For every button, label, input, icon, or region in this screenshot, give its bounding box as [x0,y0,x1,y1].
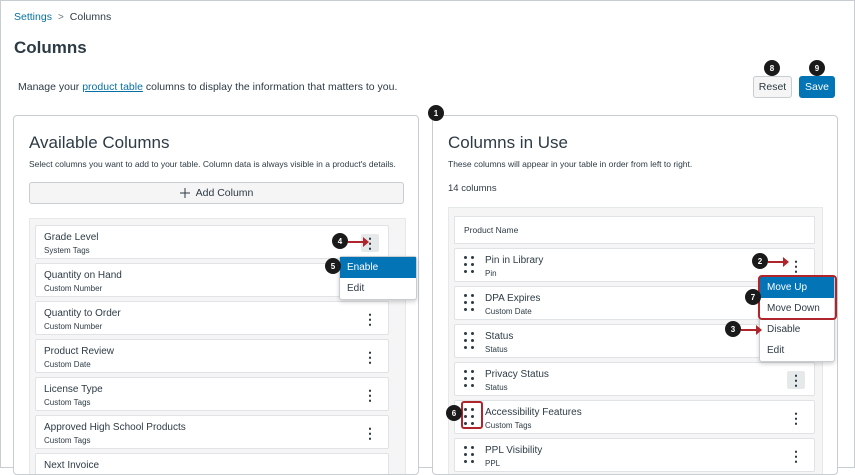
item-name: Next Invoice [44,460,100,471]
item-name: DPA Expires [485,293,541,304]
callout-badge-4: 4 [332,233,348,249]
menu-item-enable[interactable]: Enable [340,257,416,278]
vertical-ellipsis-icon[interactable]: ⋮ [787,409,805,427]
save-button[interactable]: Save [799,76,835,98]
available-item-product-review: Product Review Custom Date ⋮ [35,339,389,373]
item-type: Custom Number [44,322,103,331]
available-columns-subtitle: Select columns you want to add to your t… [29,159,396,169]
intro-prefix: Manage your [18,81,83,93]
callout-badge-8: 8 [764,60,780,76]
item-name: Status [485,331,514,342]
vertical-ellipsis-icon[interactable]: ⋮ [361,386,379,404]
item-name: Product Review [44,346,115,357]
drag-handle-icon[interactable] [464,294,476,314]
available-item-next-invoice: Next Invoice [35,453,389,474]
callout-badge-7: 7 [745,289,761,305]
item-type: Custom Date [485,307,532,316]
fixed-column-product-name: Product Name [454,216,815,244]
item-type: Custom Tags [485,421,532,430]
columns-in-use-title: Columns in Use [448,133,568,152]
available-item-license-type: License Type Custom Tags ⋮ [35,377,389,411]
item-name: PPL Visibility [485,445,543,456]
item-type: PPL [485,459,501,468]
callout-badge-9: 9 [809,60,825,76]
add-column-label: Add Column [195,187,254,199]
column-count: 14 columns [448,183,497,194]
item-type: Pin [485,269,497,278]
breadcrumb-settings-link[interactable]: Settings [14,11,52,23]
item-type: Status [485,345,508,354]
callout-arrow [348,237,369,247]
reset-button[interactable]: Reset [753,76,792,98]
item-name: Quantity to Order [44,308,121,319]
item-name: Grade Level [44,232,99,243]
intro-suffix: columns to display the information that … [142,81,398,93]
drag-handle-icon[interactable] [464,256,476,276]
item-name: Accessibility Features [485,407,582,418]
item-type: Custom Tags [44,436,91,445]
move-options-highlight [758,275,837,320]
breadcrumb-current: Columns [69,11,112,23]
drag-handle-highlight [461,401,483,429]
available-item-approved-high-school: Approved High School Products Custom Tag… [35,415,389,449]
vertical-ellipsis-icon[interactable]: ⋮ [787,257,805,275]
item-name: Privacy Status [485,369,549,380]
item-type: Custom Date [44,360,91,369]
item-type: Custom Tags [44,398,91,407]
plus-icon [179,188,190,198]
drag-handle-icon[interactable] [464,446,476,466]
callout-badge-3: 3 [725,321,741,337]
vertical-ellipsis-icon[interactable]: ⋮ [361,310,379,328]
item-name: License Type [44,384,103,395]
menu-item-disable[interactable]: Disable [760,319,834,340]
item-type: Custom Number [44,284,103,293]
add-column-button[interactable]: Add Column [29,182,404,204]
menu-item-edit[interactable]: Edit [760,340,834,361]
drag-handle-icon[interactable] [464,332,476,352]
item-name: Pin in Library [485,255,544,266]
item-type: System Tags [44,246,90,255]
callout-arrow [768,257,789,267]
product-table-link[interactable]: product table [82,81,143,93]
available-item-quantity-to-order: Quantity to Order Custom Number ⋮ [35,301,389,335]
vertical-ellipsis-icon[interactable]: ⋮ [787,371,805,389]
available-column-menu: Enable Edit [339,256,417,300]
available-columns-title: Available Columns [29,133,170,152]
breadcrumb-separator: > [57,11,64,23]
item-type: Status [485,383,508,392]
in-use-item-privacy-status: Privacy Status Status ⋮ [454,362,815,396]
vertical-ellipsis-icon[interactable]: ⋮ [787,447,805,465]
intro-text: Manage your product table columns to dis… [18,81,397,93]
callout-badge-6: 6 [446,405,462,421]
callout-badge-1: 1 [428,105,444,121]
in-use-item-ppl-visibility: PPL Visibility PPL ⋮ [454,438,815,472]
columns-in-use-subtitle: These columns will appear in your table … [448,159,693,169]
page-title: Columns [14,38,87,57]
callout-badge-5: 5 [325,258,341,274]
vertical-ellipsis-icon[interactable]: ⋮ [361,348,379,366]
in-use-item-accessibility-features: Accessibility Features Custom Tags ⋮ [454,400,815,434]
item-name: Quantity on Hand [44,270,122,281]
breadcrumb: Settings > Columns [14,11,111,23]
vertical-ellipsis-icon[interactable]: ⋮ [361,424,379,442]
callout-arrow [741,325,762,335]
menu-item-edit[interactable]: Edit [340,278,416,299]
drag-handle-icon[interactable] [464,370,476,390]
item-name: Approved High School Products [44,422,186,433]
callout-badge-2: 2 [752,253,768,269]
